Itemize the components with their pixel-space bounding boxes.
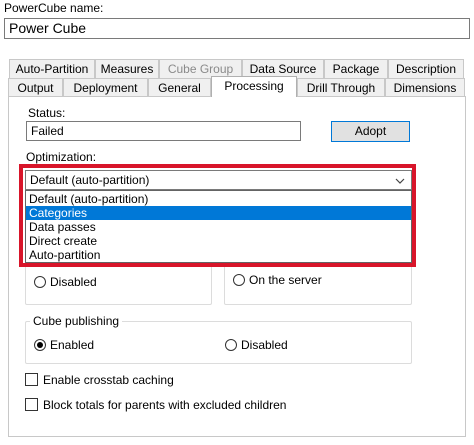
cube-publishing-legend: Cube publishing — [30, 314, 123, 328]
tab-general[interactable]: General — [148, 78, 211, 97]
block-totals-label: Block totals for parents with excluded c… — [43, 398, 287, 412]
publishing-disabled-radio[interactable] — [225, 339, 237, 351]
optimization-selected-value: Default (auto-partition) — [30, 173, 150, 187]
list-item[interactable]: Default (auto-partition) — [26, 192, 411, 206]
powercube-name-input[interactable]: Power Cube — [4, 18, 470, 39]
status-label: Status: — [28, 106, 66, 120]
crosstab-caching-label: Enable crosstab caching — [43, 373, 174, 387]
tab-auto-partition[interactable]: Auto-Partition — [9, 59, 95, 78]
block-totals-checkbox[interactable] — [25, 398, 38, 411]
crosstab-caching-checkbox[interactable] — [25, 373, 38, 386]
tab-deployment[interactable]: Deployment — [63, 78, 148, 97]
disabled-radio-left[interactable] — [34, 276, 46, 288]
tab-output[interactable]: Output — [8, 78, 63, 97]
list-item[interactable]: Auto-partition — [26, 248, 411, 262]
publishing-enabled-label: Enabled — [50, 338, 95, 352]
disabled-radio-left-label: Disabled — [50, 275, 97, 289]
tab-drill-through[interactable]: Drill Through — [297, 78, 385, 97]
chevron-down-icon — [395, 178, 405, 184]
publishing-enabled-radio[interactable] — [34, 339, 46, 351]
tab-package[interactable]: Package — [324, 59, 388, 78]
list-item[interactable]: Direct create — [26, 234, 411, 248]
tab-description[interactable]: Description — [388, 59, 464, 78]
powercube-name-label: PowerCube name: — [4, 1, 104, 15]
on-the-server-radio[interactable] — [233, 274, 245, 286]
status-field: Failed — [26, 121, 301, 141]
publishing-disabled-label: Disabled — [241, 338, 288, 352]
optimization-select[interactable]: Default (auto-partition) — [25, 170, 412, 190]
optimization-label: Optimization: — [26, 150, 97, 164]
list-item[interactable]: Data passes — [26, 220, 411, 234]
tab-measures[interactable]: Measures — [95, 59, 159, 78]
on-the-server-label: On the server — [249, 273, 322, 287]
tab-dimensions[interactable]: Dimensions — [385, 78, 465, 97]
list-item[interactable]: Categories — [26, 206, 411, 220]
tab-processing[interactable]: Processing — [211, 76, 297, 97]
adopt-button[interactable]: Adopt — [331, 121, 410, 142]
optimization-dropdown-list[interactable]: Default (auto-partition) Categories Data… — [25, 190, 412, 263]
